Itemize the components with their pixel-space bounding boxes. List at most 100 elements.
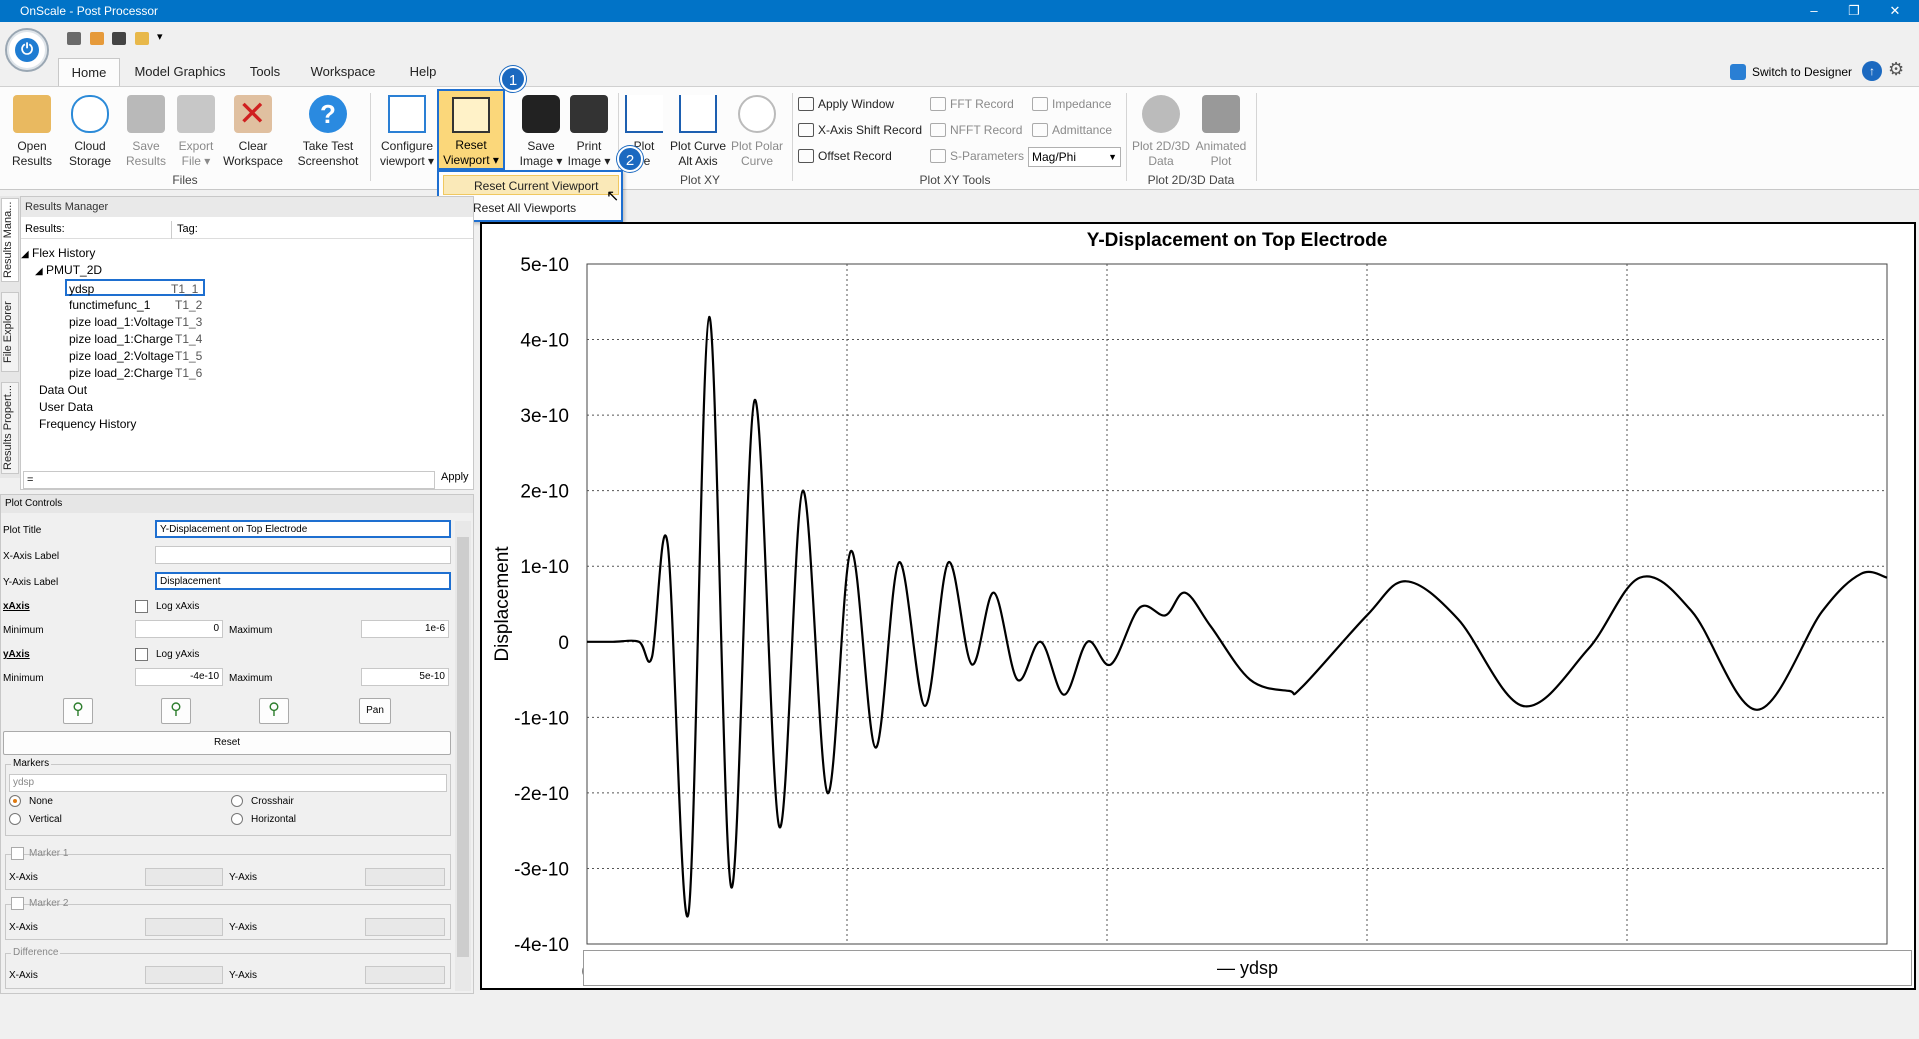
open-results-button[interactable]: Open Results — [6, 95, 58, 185]
folder-icon[interactable] — [135, 32, 149, 45]
switch-to-designer-button[interactable]: Switch to Designer — [1730, 62, 1852, 82]
tree-item-data-out[interactable]: Data Out — [39, 382, 87, 399]
tree-item[interactable]: pize load_2:Charge — [69, 365, 173, 382]
tree-item-pmut-2d[interactable]: ◢ PMUT_2D — [35, 262, 102, 279]
marker2-x-input[interactable] — [145, 918, 223, 936]
close-button[interactable]: ✕ — [1880, 2, 1910, 20]
tree-item-flex-history[interactable]: ◢ Flex History — [21, 245, 95, 262]
plot-curve-alt-axis-button[interactable]: Plot Curve Alt Axis — [666, 95, 730, 185]
x-max-input[interactable]: 1e-6 — [361, 620, 449, 638]
tree-item[interactable]: pize load_1:Voltage — [69, 314, 174, 331]
take-test-screenshot-button[interactable]: ? Take Test Screenshot — [296, 95, 360, 185]
difference-x-input[interactable] — [145, 966, 223, 984]
x-axis-shift-record-button[interactable]: X-Axis Shift Record — [798, 121, 922, 139]
print-icon[interactable] — [112, 32, 126, 45]
marker1-y-input[interactable] — [365, 868, 445, 886]
tree-item-frequency-history[interactable]: Frequency History — [39, 416, 136, 433]
filter-input[interactable]: = — [23, 471, 435, 489]
x-min-input[interactable]: 0 — [135, 620, 223, 638]
x-axis-label-input[interactable] — [155, 546, 451, 564]
marker1-checkbox[interactable] — [11, 847, 24, 860]
plot-controls-scrollbar[interactable] — [455, 521, 471, 991]
offset-record-button[interactable]: Offset Record — [798, 147, 892, 165]
y-tick-label: -2e-10 — [514, 784, 569, 805]
mag-phi-select[interactable]: Mag/Phi ▼ — [1028, 147, 1121, 167]
impedance-button[interactable]: Impedance — [1032, 95, 1111, 113]
qa-dropdown-icon[interactable]: ▾ — [157, 30, 163, 43]
difference-y-input[interactable] — [365, 966, 445, 984]
tree-item[interactable]: functimefunc_1 — [69, 297, 150, 314]
y-min-input[interactable]: -4e-10 — [135, 668, 223, 686]
fft-record-button[interactable]: FFT Record — [930, 95, 1014, 113]
results-manager-header: Results Manager — [21, 197, 473, 217]
log-y-axis-checkbox[interactable] — [135, 648, 148, 661]
configure-viewport-button[interactable]: Configure viewport ▾ — [378, 95, 436, 185]
tab-results-manager[interactable]: Results Mana... — [1, 198, 19, 282]
plot-title-input[interactable]: Y-Displacement on Top Electrode — [155, 520, 451, 538]
y-axis-label-input[interactable]: Displacement — [155, 572, 451, 590]
tab-workspace[interactable]: Workspace — [298, 58, 388, 86]
s-parameters-button[interactable]: S-Parameters — [930, 147, 1024, 165]
minimize-button[interactable]: – — [1799, 2, 1829, 20]
y-max-input[interactable]: 5e-10 — [361, 668, 449, 686]
marker-crosshair-radio[interactable] — [231, 795, 243, 807]
y-tick-label: 0 — [558, 633, 569, 654]
marker2-y-input[interactable] — [365, 918, 445, 936]
tree-item[interactable]: pize load_2:Voltage — [69, 348, 174, 365]
chart-viewport[interactable]: 02e-074e-076e-078e-071e-065e-104e-103e-1… — [480, 222, 1916, 1015]
marker1-y-label: Y-Axis — [229, 872, 257, 883]
export-file-button[interactable]: Export File ▾ — [172, 95, 220, 185]
maximize-button[interactable]: ❐ — [1839, 2, 1869, 20]
ribbon-separator — [618, 93, 619, 181]
tree-item-tag: T1_4 — [175, 332, 203, 346]
tab-tools[interactable]: Tools — [238, 58, 292, 86]
y-axis-section: yAxis — [3, 649, 30, 660]
tree-item[interactable]: pize load_1:Charge — [69, 331, 173, 348]
zoom-out-button[interactable]: ⚲ — [259, 698, 289, 724]
save-results-button[interactable]: Save Results — [120, 95, 172, 185]
plot-2d3d-data-button[interactable]: Plot 2D/3D Data — [1130, 95, 1192, 185]
marker2-checkbox[interactable] — [11, 897, 24, 910]
x-max-label: Maximum — [229, 625, 273, 636]
plot-3d-icon — [1142, 95, 1180, 133]
export-icon[interactable] — [90, 32, 104, 45]
nfft-record-button[interactable]: NFFT Record — [930, 121, 1022, 139]
marker-none-radio[interactable] — [9, 795, 21, 807]
zoom-box-button[interactable]: ⚲ — [161, 698, 191, 724]
tree-item-user-data[interactable]: User Data — [39, 399, 93, 416]
reset-current-viewport-item[interactable]: Reset Current Viewport — [443, 175, 619, 195]
apply-window-button[interactable]: Apply Window — [798, 95, 894, 113]
help-question-icon: ? — [309, 95, 347, 133]
marker-series-select[interactable]: ydsp — [9, 774, 447, 792]
y-tick-label: 1e-10 — [520, 557, 569, 578]
apply-button[interactable]: Apply — [441, 471, 469, 483]
zoom-in-button[interactable]: ⚲ — [63, 698, 93, 724]
zoom-icon: ⚲ — [170, 701, 182, 718]
reset-button[interactable]: Reset — [3, 731, 451, 755]
settings-gear-icon[interactable]: ⚙ — [1888, 59, 1904, 80]
y-tick-label: 2e-10 — [520, 482, 569, 503]
tab-results-properties[interactable]: Results Propert... — [1, 382, 19, 474]
marker-horizontal-radio[interactable] — [231, 813, 243, 825]
app-menu-button[interactable]: ⏻ — [5, 28, 49, 72]
title-bar: OnScale - Post Processor – ❐ ✕ — [0, 0, 1919, 22]
clear-workspace-button[interactable]: ✕ Clear Workspace — [222, 95, 284, 185]
power-icon: ⏻ — [15, 38, 39, 62]
cloud-storage-button[interactable]: Cloud Storage — [62, 95, 118, 185]
save-icon[interactable] — [67, 32, 81, 45]
pan-button[interactable]: Pan — [359, 698, 391, 724]
marker-vertical-radio[interactable] — [9, 813, 21, 825]
tab-model-graphics[interactable]: Model Graphics — [128, 58, 232, 86]
tab-home[interactable]: Home — [58, 58, 120, 86]
log-x-axis-checkbox[interactable] — [135, 600, 148, 613]
marker1-x-input[interactable] — [145, 868, 223, 886]
tab-help[interactable]: Help — [398, 58, 448, 86]
scrollbar-thumb[interactable] — [457, 537, 469, 957]
plot-polar-curve-button[interactable]: Plot Polar Curve — [728, 95, 786, 185]
tree-item-ydsp[interactable]: ydsp T1_1 — [65, 279, 205, 296]
admittance-button[interactable]: Admittance — [1032, 121, 1112, 139]
reset-viewport-button[interactable]: Reset Viewport ▾ — [437, 89, 505, 170]
update-arrow-icon[interactable]: ↑ — [1862, 61, 1882, 81]
tab-file-explorer[interactable]: File Explorer — [1, 292, 19, 372]
animated-plot-button[interactable]: Animated Plot — [1190, 95, 1252, 185]
